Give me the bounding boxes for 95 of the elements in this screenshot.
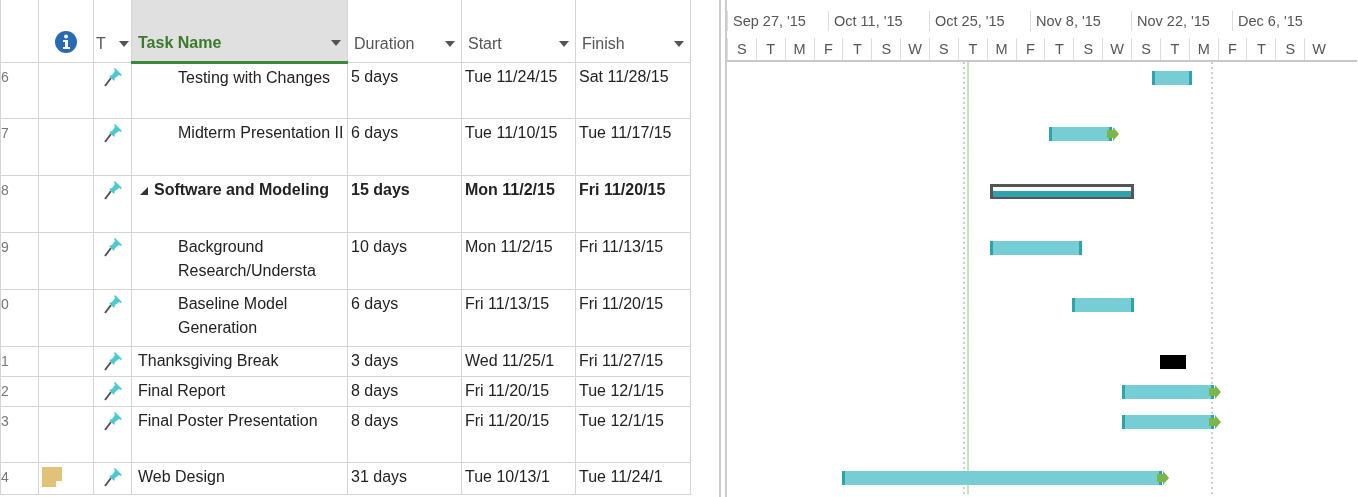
table-cell: Tue 11/24/1 <box>575 462 691 494</box>
task-name: Midterm Presentation II <box>178 122 344 143</box>
task-name: Background Research/Understa <box>178 236 317 281</box>
table-cell: Fri 11/13/15 <box>575 232 691 289</box>
row-number: 6 <box>1 68 9 85</box>
timescale-label: Sep 27, '15 <box>733 13 806 29</box>
table-cell: Sat 11/28/15 <box>575 62 691 118</box>
task-bar[interactable] <box>990 241 1082 255</box>
table-cell: Tue 12/1/15 <box>575 406 691 462</box>
table-cell: Wed 11/25/1 <box>461 346 576 376</box>
table-cell: 3 days <box>347 346 462 376</box>
timescale-label: T <box>968 41 978 57</box>
column-header[interactable]: T <box>93 0 132 62</box>
table-cell: Fri 11/20/15 <box>575 289 691 346</box>
row-number: 3 <box>1 412 9 429</box>
info-icon <box>55 31 77 54</box>
timescale-label: Nov 22, '15 <box>1137 13 1210 29</box>
timescale-label: Dec 6, '15 <box>1238 13 1303 29</box>
row-number: 1 <box>1 352 9 369</box>
timescale-label: S <box>737 41 747 57</box>
table-cell: 5 days <box>347 62 462 118</box>
table-cell: Fri 11/13/15 <box>461 289 576 346</box>
task-bar[interactable] <box>1049 127 1112 141</box>
column-header[interactable]: Start <box>461 0 576 62</box>
table-cell: Mon 11/2/15 <box>461 175 576 232</box>
timescale-label: T <box>1256 41 1266 57</box>
table-cell: Tue 11/10/15 <box>461 118 576 175</box>
table-cell: 8 days <box>347 376 462 406</box>
task-name: Thanksgiving Break <box>138 350 279 371</box>
table-cell: 31 days <box>347 462 462 494</box>
task-name: Web Design <box>138 466 225 487</box>
note-icon[interactable] <box>42 467 62 488</box>
timescale-label: W <box>908 41 922 57</box>
task-bar[interactable] <box>1122 415 1214 429</box>
table-cell: Tue 12/1/15 <box>575 376 691 406</box>
table-cell: 6 days <box>347 118 462 175</box>
table-cell: 15 days <box>347 175 462 232</box>
task-name: Testing with Changes <box>178 67 331 88</box>
split-bar[interactable] <box>719 0 727 497</box>
column-header[interactable]: Finish <box>575 0 691 62</box>
table-cell: Tue 10/13/1 <box>461 462 576 494</box>
timescale-label: M <box>793 41 806 57</box>
timescale-label: T <box>1170 41 1180 57</box>
timescale-label: S <box>939 41 949 57</box>
timescale-label: W <box>1312 41 1326 57</box>
table-cell: Fri 11/20/15 <box>461 376 576 406</box>
timescale-label: S <box>1141 41 1151 57</box>
table-cell: 6 days <box>347 289 462 346</box>
timescale-label: Nov 8, '15 <box>1036 13 1101 29</box>
timescale-label: M <box>995 41 1008 57</box>
task-bar[interactable] <box>1122 385 1214 399</box>
column-header[interactable]: Task Name <box>131 0 348 62</box>
timescale-label: S <box>1083 41 1094 57</box>
row-number: 9 <box>1 238 9 255</box>
task-name: Software and Modeling <box>154 179 330 200</box>
timescale-label: T <box>1054 41 1064 57</box>
table-cell: Fri 11/20/15 <box>461 406 576 462</box>
table-cell: Mon 11/2/15 <box>461 232 576 289</box>
dropdown-icon[interactable] <box>445 40 455 47</box>
summary-bar[interactable] <box>990 184 1134 199</box>
timescale-label: F <box>1026 41 1035 57</box>
column-header[interactable]: Duration <box>347 0 462 62</box>
table-cell: Tue 11/24/15 <box>461 62 576 118</box>
timescale-label: S <box>881 41 892 57</box>
timescale-label: W <box>1110 41 1124 57</box>
collapse-icon[interactable] <box>140 186 148 195</box>
row-number: 0 <box>1 295 9 312</box>
table-cell: Fri 11/20/15 <box>575 175 691 232</box>
task-name: Final Poster Presentation <box>138 410 318 431</box>
task-bar[interactable] <box>1160 355 1186 369</box>
timescale-label: Oct 25, '15 <box>935 13 1005 29</box>
table-cell: 10 days <box>347 232 462 289</box>
dropdown-icon[interactable] <box>674 40 684 47</box>
timescale-label: S <box>1285 41 1296 57</box>
timescale-label: F <box>824 41 833 57</box>
table-cell: 8 days <box>347 406 462 462</box>
row-number: 2 <box>1 382 9 399</box>
table-cell: Tue 11/17/15 <box>575 118 691 175</box>
row-number: 8 <box>1 181 9 198</box>
timescale-label: M <box>1197 41 1210 57</box>
timescale-label: T <box>766 41 776 57</box>
dropdown-icon[interactable] <box>331 39 341 46</box>
task-bar[interactable] <box>1072 298 1134 312</box>
timescale-label: T <box>852 41 862 57</box>
dropdown-icon[interactable] <box>559 40 569 47</box>
timescale-label: F <box>1228 41 1237 57</box>
dropdown-icon[interactable] <box>119 40 129 47</box>
task-name: Final Report <box>138 380 226 401</box>
timescale-label: Oct 11, '15 <box>834 13 903 29</box>
table-cell: Fri 11/27/15 <box>575 346 691 376</box>
row-number: 4 <box>1 468 9 485</box>
task-bar[interactable] <box>842 471 1162 485</box>
task-bar[interactable] <box>1152 71 1192 85</box>
row-number: 7 <box>1 124 9 141</box>
task-name: Baseline Model Generation <box>178 293 289 338</box>
